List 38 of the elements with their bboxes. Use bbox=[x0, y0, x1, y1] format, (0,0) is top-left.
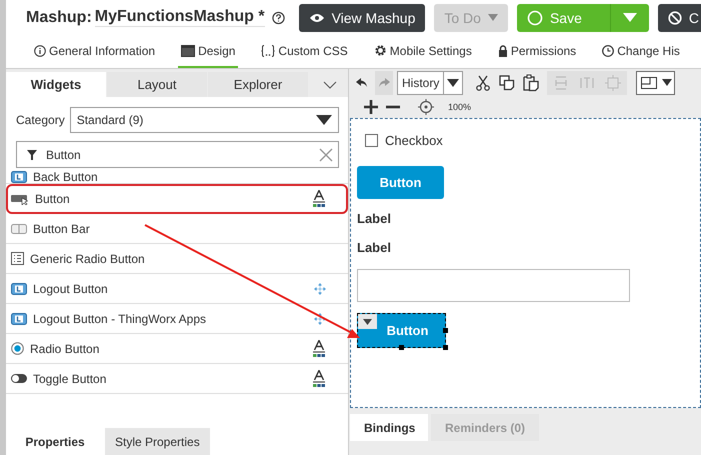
widget-item[interactable]: Logout Button - ThingWorx Apps bbox=[6, 304, 348, 334]
panel-tab[interactable]: Style Properties bbox=[105, 428, 210, 455]
widget-label: Logout Button - ThingWorx Apps bbox=[33, 312, 206, 326]
nav-tab[interactable]: Custom CSS bbox=[258, 35, 351, 68]
category-label: Category bbox=[16, 113, 65, 127]
widget-item[interactable]: Logout Button bbox=[6, 274, 348, 304]
category-dropdown[interactable]: Standard (9) bbox=[70, 107, 339, 133]
widget-item[interactable]: Toggle Button bbox=[6, 364, 348, 394]
widget-item[interactable]: Button bbox=[6, 184, 348, 214]
filter-field[interactable]: Button bbox=[16, 141, 339, 168]
widget-item[interactable]: Radio Button bbox=[6, 334, 348, 364]
mashup-name: MyFunctionsMashup * bbox=[94, 8, 265, 27]
widget-label: Logout Button bbox=[33, 282, 108, 296]
panel-tab[interactable]: Layout bbox=[107, 72, 207, 97]
cancel-button[interactable]: C bbox=[658, 4, 701, 32]
nav-tab[interactable]: Permissions bbox=[494, 35, 580, 68]
nav-tab[interactable]: Change His bbox=[599, 35, 683, 68]
nav-tab[interactable]: Mobile Settings bbox=[370, 35, 475, 68]
widget-label: Toggle Button bbox=[33, 372, 106, 386]
widget-item[interactable]: Button Bar bbox=[6, 214, 348, 244]
label-widget: Label bbox=[357, 240, 391, 255]
view-mashup-button[interactable]: View Mashup bbox=[298, 4, 426, 32]
widget-label: Button Bar bbox=[33, 222, 90, 236]
widget-item[interactable]: Generic Radio Button bbox=[6, 244, 348, 274]
widget-label: Button bbox=[35, 192, 70, 206]
widget-item[interactable]: Back Button bbox=[6, 172, 348, 184]
widget-label: Generic Radio Button bbox=[30, 252, 145, 266]
label-widget: Label bbox=[357, 211, 391, 226]
nav-tab[interactable]: General Information bbox=[31, 35, 158, 68]
widget-label: Back Button bbox=[33, 172, 98, 183]
panel-tab[interactable]: Bindings bbox=[350, 414, 428, 441]
history-dropdown[interactable]: History bbox=[397, 70, 464, 94]
panel-tab[interactable]: Widgets bbox=[6, 72, 106, 97]
checkbox-label: Checkbox bbox=[385, 133, 443, 148]
panel-tab[interactable]: Explorer bbox=[208, 72, 308, 97]
zoom-level: 100% bbox=[448, 102, 472, 112]
widget-label: Radio Button bbox=[30, 342, 100, 356]
mashup-label: Mashup: bbox=[26, 8, 92, 26]
